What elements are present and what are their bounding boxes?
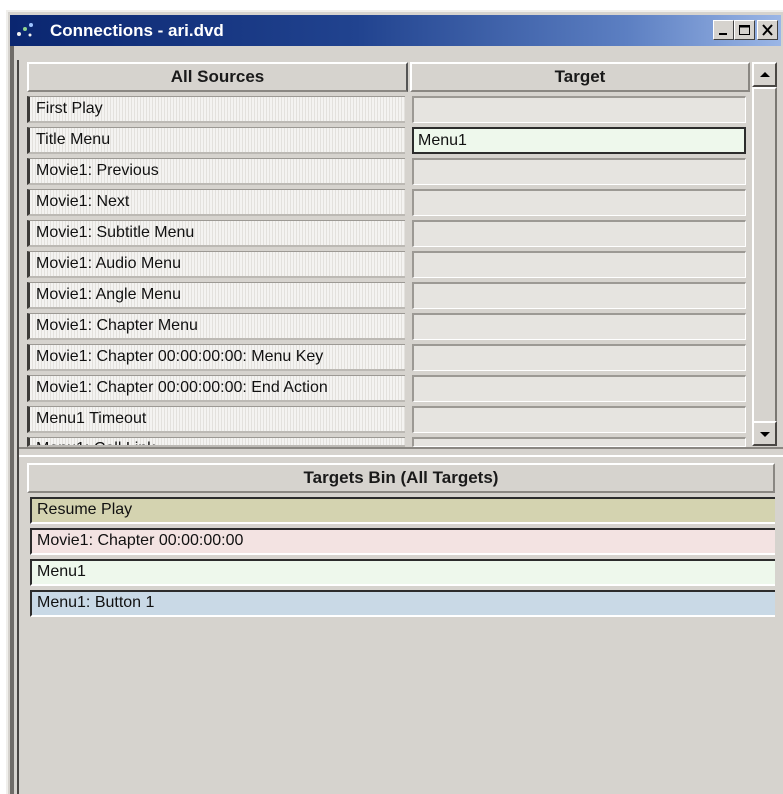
screen: Connections - ari.dvd All Sources Target… (0, 0, 783, 794)
window-title: Connections - ari.dvd (50, 21, 224, 40)
target-cell[interactable] (412, 375, 746, 402)
source-cell-partial[interactable]: Menu1: Cell Link (27, 437, 405, 447)
source-cell[interactable]: Movie1: Angle Menu (27, 282, 405, 309)
target-cell-partial[interactable] (412, 437, 746, 447)
vertical-scrollbar[interactable] (752, 62, 777, 446)
bin-item-chapter[interactable]: Movie1: Chapter 00:00:00:00 (30, 528, 775, 555)
column-header-all-sources[interactable]: All Sources (27, 62, 408, 92)
bin-item-menu1[interactable]: Menu1 (30, 559, 775, 586)
target-cell[interactable] (412, 313, 746, 340)
target-cell[interactable] (412, 406, 746, 433)
source-cell[interactable]: Movie1: Previous (27, 158, 405, 185)
target-cell-filled[interactable]: Menu1 (412, 127, 746, 154)
target-cell[interactable] (412, 96, 746, 123)
window-frame-edge (10, 46, 14, 794)
target-cell[interactable] (412, 158, 746, 185)
arrow-up-icon (760, 72, 770, 77)
source-cell[interactable]: Movie1: Chapter Menu (27, 313, 405, 340)
source-cell[interactable]: Movie1: Chapter 00:00:00:00: Menu Key (27, 344, 405, 371)
scroll-down-button[interactable] (752, 421, 777, 446)
targets-bin-empty-area[interactable] (27, 622, 777, 794)
source-cell[interactable]: Movie1: Audio Menu (27, 251, 405, 278)
target-cell[interactable] (412, 282, 746, 309)
source-cell[interactable]: Movie1: Next (27, 189, 405, 216)
target-cell[interactable] (412, 251, 746, 278)
title-bar[interactable]: Connections - ari.dvd (10, 15, 781, 46)
column-header-target[interactable]: Target (410, 62, 750, 92)
source-cell[interactable]: First Play (27, 96, 405, 123)
scroll-thumb[interactable] (752, 87, 777, 432)
scroll-up-button[interactable] (752, 62, 777, 87)
arrow-down-icon (760, 432, 770, 437)
panel-divider (17, 60, 19, 794)
targets-bin-header: Targets Bin (All Targets) (27, 463, 775, 493)
dvd-connections-icon (17, 23, 33, 37)
minimize-button[interactable] (713, 20, 734, 40)
target-cell[interactable] (412, 344, 746, 371)
source-cell[interactable]: Movie1: Chapter 00:00:00:00: End Action (27, 375, 405, 402)
target-cell[interactable] (412, 220, 746, 247)
bin-item-resume-play[interactable]: Resume Play (30, 497, 775, 524)
pane-splitter[interactable] (19, 447, 783, 457)
target-cell[interactable] (412, 189, 746, 216)
source-cell[interactable]: Title Menu (27, 127, 405, 154)
bin-item-menu1-button1[interactable]: Menu1: Button 1 (30, 590, 775, 617)
close-button[interactable] (757, 20, 778, 40)
source-cell[interactable]: Movie1: Subtitle Menu (27, 220, 405, 247)
close-icon (762, 24, 773, 36)
minimize-icon (719, 33, 727, 35)
maximize-icon (739, 25, 750, 35)
source-cell[interactable]: Menu1 Timeout (27, 406, 405, 433)
maximize-button[interactable] (734, 20, 755, 40)
